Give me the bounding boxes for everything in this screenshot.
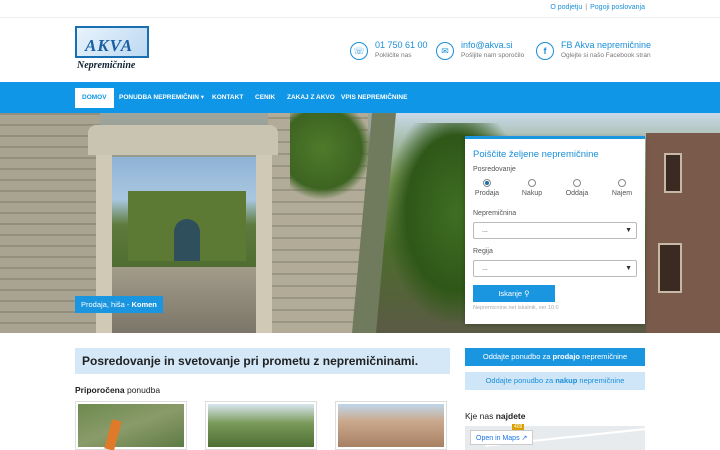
find-us-pre: Kje nas: [465, 411, 496, 421]
top-links: O podjetju | Pogoji poslovanja: [550, 4, 645, 11]
open-in-maps-button[interactable]: Open in Maps ↗: [470, 430, 534, 445]
nav-pricing[interactable]: CENIK: [255, 88, 275, 108]
nav-add-property[interactable]: VPIS NEPREMIČNINE: [341, 88, 407, 108]
page-headline: Posredovanje in svetovanje pri prometu z…: [75, 348, 450, 374]
nav-home[interactable]: DOMOV: [75, 88, 114, 108]
search-button-label: Iskanje: [498, 289, 523, 298]
site-header: AKVA Nepremičnine ☏ 01 750 61 00 Pokliči…: [0, 18, 720, 82]
site-logo[interactable]: AKVA Nepremičnine: [75, 26, 149, 74]
open-in-maps-label: Open in Maps: [476, 435, 520, 442]
external-link-icon: ↗: [521, 435, 528, 442]
phone-icon: ☏: [350, 42, 368, 60]
contact-facebook-name: FB Akva nepremičnine: [561, 40, 652, 50]
search-icon: ⚲: [524, 289, 530, 298]
contact-facebook-sub: Oglejte si našo Facebook stran: [561, 52, 651, 59]
featured-listing[interactable]: [75, 401, 187, 450]
hero-caption[interactable]: Prodaja, hiša - Komen: [75, 296, 163, 313]
radio-dot: [618, 179, 626, 187]
house-window: [658, 243, 682, 293]
logo-tagline: Nepremičnine: [77, 60, 136, 71]
contact-phone-number: 01 750 61 00: [375, 40, 428, 50]
featured-listing[interactable]: [205, 401, 317, 450]
hero-photo-gate: [0, 113, 372, 333]
search-panel: Poiščite željene nepremičnine Posredovan…: [465, 136, 645, 324]
radio-nakup[interactable]: Nakup: [515, 179, 549, 197]
search-button[interactable]: Iskanje ⚲: [473, 285, 555, 302]
logo-text: AKVA: [85, 36, 134, 55]
radio-label: Najem: [611, 190, 633, 197]
contact-phone-sub: Pokličite nas: [375, 52, 412, 59]
stone-arch: [88, 125, 278, 155]
facebook-icon: f: [536, 42, 554, 60]
radio-dot-checked: [483, 179, 491, 187]
featured-heading-bold: Priporočena: [75, 385, 125, 395]
radio-oddaja[interactable]: Oddaja: [560, 179, 594, 197]
featured-heading: Priporočena ponudba: [75, 385, 160, 395]
buy-offer-bold: nakup: [555, 376, 578, 385]
sell-offer-post: nepremičnine: [580, 352, 628, 361]
buy-offer-pre: Oddajte ponudbo za: [485, 376, 556, 385]
buy-offer-post: nepremičnine: [577, 376, 625, 385]
find-us-bold: najdete: [495, 411, 526, 421]
find-us-heading: Kje nas najdete: [465, 411, 525, 421]
sell-offer-bold: prodajo: [552, 352, 581, 361]
main-nav: DOMOV PONUDBA NEPREMIČNIN ▾ KONTAKT CENI…: [0, 82, 720, 113]
chevron-down-icon: ▼: [625, 227, 632, 234]
sell-offer-button[interactable]: Oddajte ponudbo za prodajo nepremičnine: [465, 348, 645, 366]
ivy-foliage: [290, 113, 370, 203]
link-separator: |: [585, 4, 588, 11]
nav-contact[interactable]: KONTAKT: [212, 88, 243, 108]
nav-why-akva[interactable]: ZAKAJ Z AKVO: [287, 88, 335, 108]
contact-email-address: info@akva.si: [461, 40, 513, 50]
hero-caption-type: Prodaja, hiša -: [81, 300, 132, 309]
property-label: Nepremičnina: [473, 210, 517, 217]
search-title: Poiščite željene nepremičnine: [473, 149, 599, 160]
house-window: [664, 153, 682, 193]
stone-house: [646, 133, 720, 333]
gate-post: [256, 155, 272, 333]
property-select-value: ...: [482, 227, 488, 234]
about-link[interactable]: O podjetju: [550, 4, 582, 11]
hero-caption-place: Komen: [131, 300, 157, 309]
region-select[interactable]: ... ▼: [473, 260, 637, 277]
contact-email-sub: Pošljite nam sporočilo: [461, 52, 525, 59]
chevron-down-icon: ▼: [625, 265, 632, 272]
nav-listings[interactable]: PONUDBA NEPREMIČNIN ▾: [119, 88, 204, 108]
radio-dot: [528, 179, 536, 187]
region-label: Regija: [473, 248, 493, 255]
buy-offer-button[interactable]: Oddajte ponudbo za nakup nepremičnine: [465, 372, 645, 390]
listing-photo: [78, 404, 184, 447]
mail-icon: ✉: [436, 42, 454, 60]
mediation-label: Posredovanje: [473, 166, 516, 173]
sell-offer-pre: Oddajte ponudbo za: [482, 352, 553, 361]
chevron-down-icon: ▾: [200, 94, 205, 101]
listing-photo: [208, 404, 314, 447]
search-footer: Nepremicnine.net iskalnik, ver 10.0: [473, 305, 559, 311]
radio-label: Nakup: [521, 190, 543, 197]
terms-link[interactable]: Pogoji poslovanja: [590, 4, 645, 11]
nav-listings-label: PONUDBA NEPREMIČNIN: [119, 94, 199, 101]
radio-dot: [573, 179, 581, 187]
logo-box: AKVA: [75, 26, 149, 58]
top-bar: O podjetju | Pogoji poslovanja: [0, 0, 720, 18]
featured-heading-rest: ponudba: [124, 385, 161, 395]
radio-najem[interactable]: Najem: [605, 179, 639, 197]
featured-listing[interactable]: [335, 401, 447, 450]
house-door: [174, 219, 200, 261]
property-select[interactable]: ... ▼: [473, 222, 637, 239]
radio-label: Prodaja: [474, 190, 500, 197]
region-select-value: ...: [482, 265, 488, 272]
radio-label: Oddaja: [565, 190, 589, 197]
radio-prodaja[interactable]: Prodaja: [470, 179, 504, 197]
listing-photo: [338, 404, 444, 447]
